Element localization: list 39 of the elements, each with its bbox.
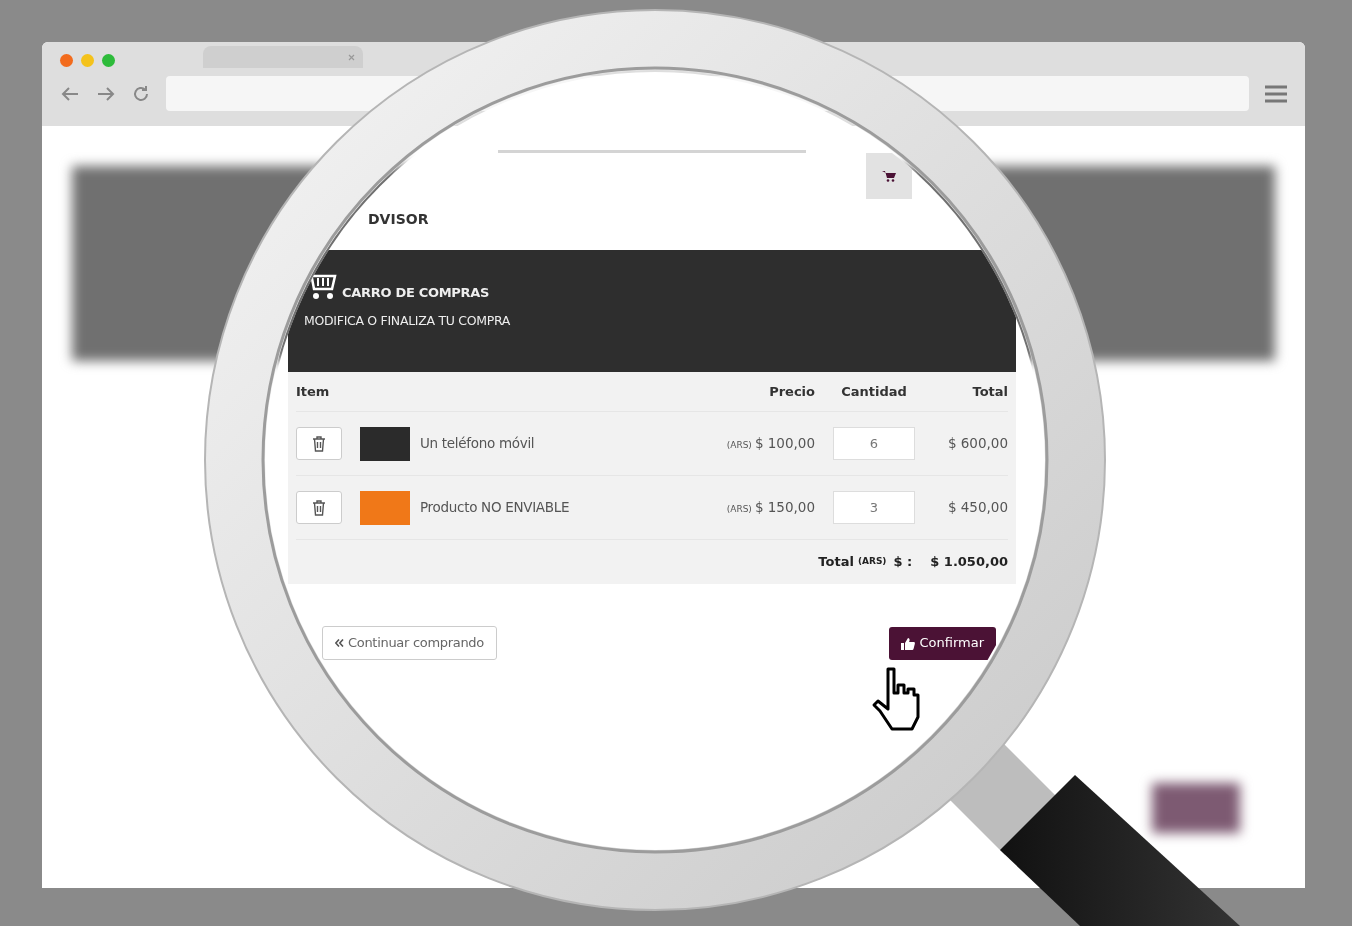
window-close-dot[interactable] xyxy=(60,53,73,67)
page-title: CARRO DE COMPRAS xyxy=(342,283,490,302)
product-name: Producto NO ENVIABLE xyxy=(420,498,571,518)
cart-icon xyxy=(882,170,896,182)
column-header: Precio xyxy=(768,382,815,401)
double-chevron-icon xyxy=(335,639,344,647)
reload-icon[interactable] xyxy=(132,84,150,103)
menu-icon[interactable] xyxy=(1265,83,1287,104)
quantity-field[interactable]: 6 xyxy=(833,427,915,460)
thumbs-up-icon xyxy=(901,636,916,650)
continue-shopping-button[interactable]: Continuar comprando xyxy=(322,626,497,660)
currency-label: (ARS) xyxy=(726,440,752,451)
currency-label: (ARS) xyxy=(857,555,887,569)
back-arrow-icon[interactable] xyxy=(60,85,80,102)
total-label: Total xyxy=(818,553,854,572)
brand-name: DVISOR xyxy=(368,210,430,229)
confirm-button[interactable]: Confirmar xyxy=(889,626,996,660)
quantity-field[interactable]: 3 xyxy=(833,491,915,524)
close-icon[interactable] xyxy=(348,53,355,61)
trash-icon xyxy=(311,434,327,453)
grand-total: $ 1.050,00 xyxy=(930,553,1008,572)
trash-icon xyxy=(311,498,327,517)
delete-button[interactable] xyxy=(296,427,342,460)
unit-price: $ 100,00 xyxy=(754,435,815,452)
column-header: Item xyxy=(296,382,331,401)
line-total: $ 450,00 xyxy=(946,498,1008,518)
column-header: Cantidad xyxy=(840,382,908,401)
cart-button[interactable] xyxy=(866,153,912,199)
product-name: Un teléfono móvil xyxy=(420,434,536,454)
window-maximize-dot[interactable] xyxy=(102,53,115,67)
column-header: Total xyxy=(971,382,1008,401)
window-minimize-dot[interactable] xyxy=(81,53,94,67)
unit-price: $ 150,00 xyxy=(754,499,815,516)
currency-label: (ARS) xyxy=(726,504,752,515)
page-subtitle: MODIFICA O FINALIZA TU COMPRA xyxy=(304,312,512,330)
delete-button[interactable] xyxy=(296,491,342,524)
total-symbol: $ : xyxy=(893,553,913,572)
forward-arrow-icon[interactable] xyxy=(96,85,116,102)
line-total: $ 600,00 xyxy=(946,434,1008,454)
